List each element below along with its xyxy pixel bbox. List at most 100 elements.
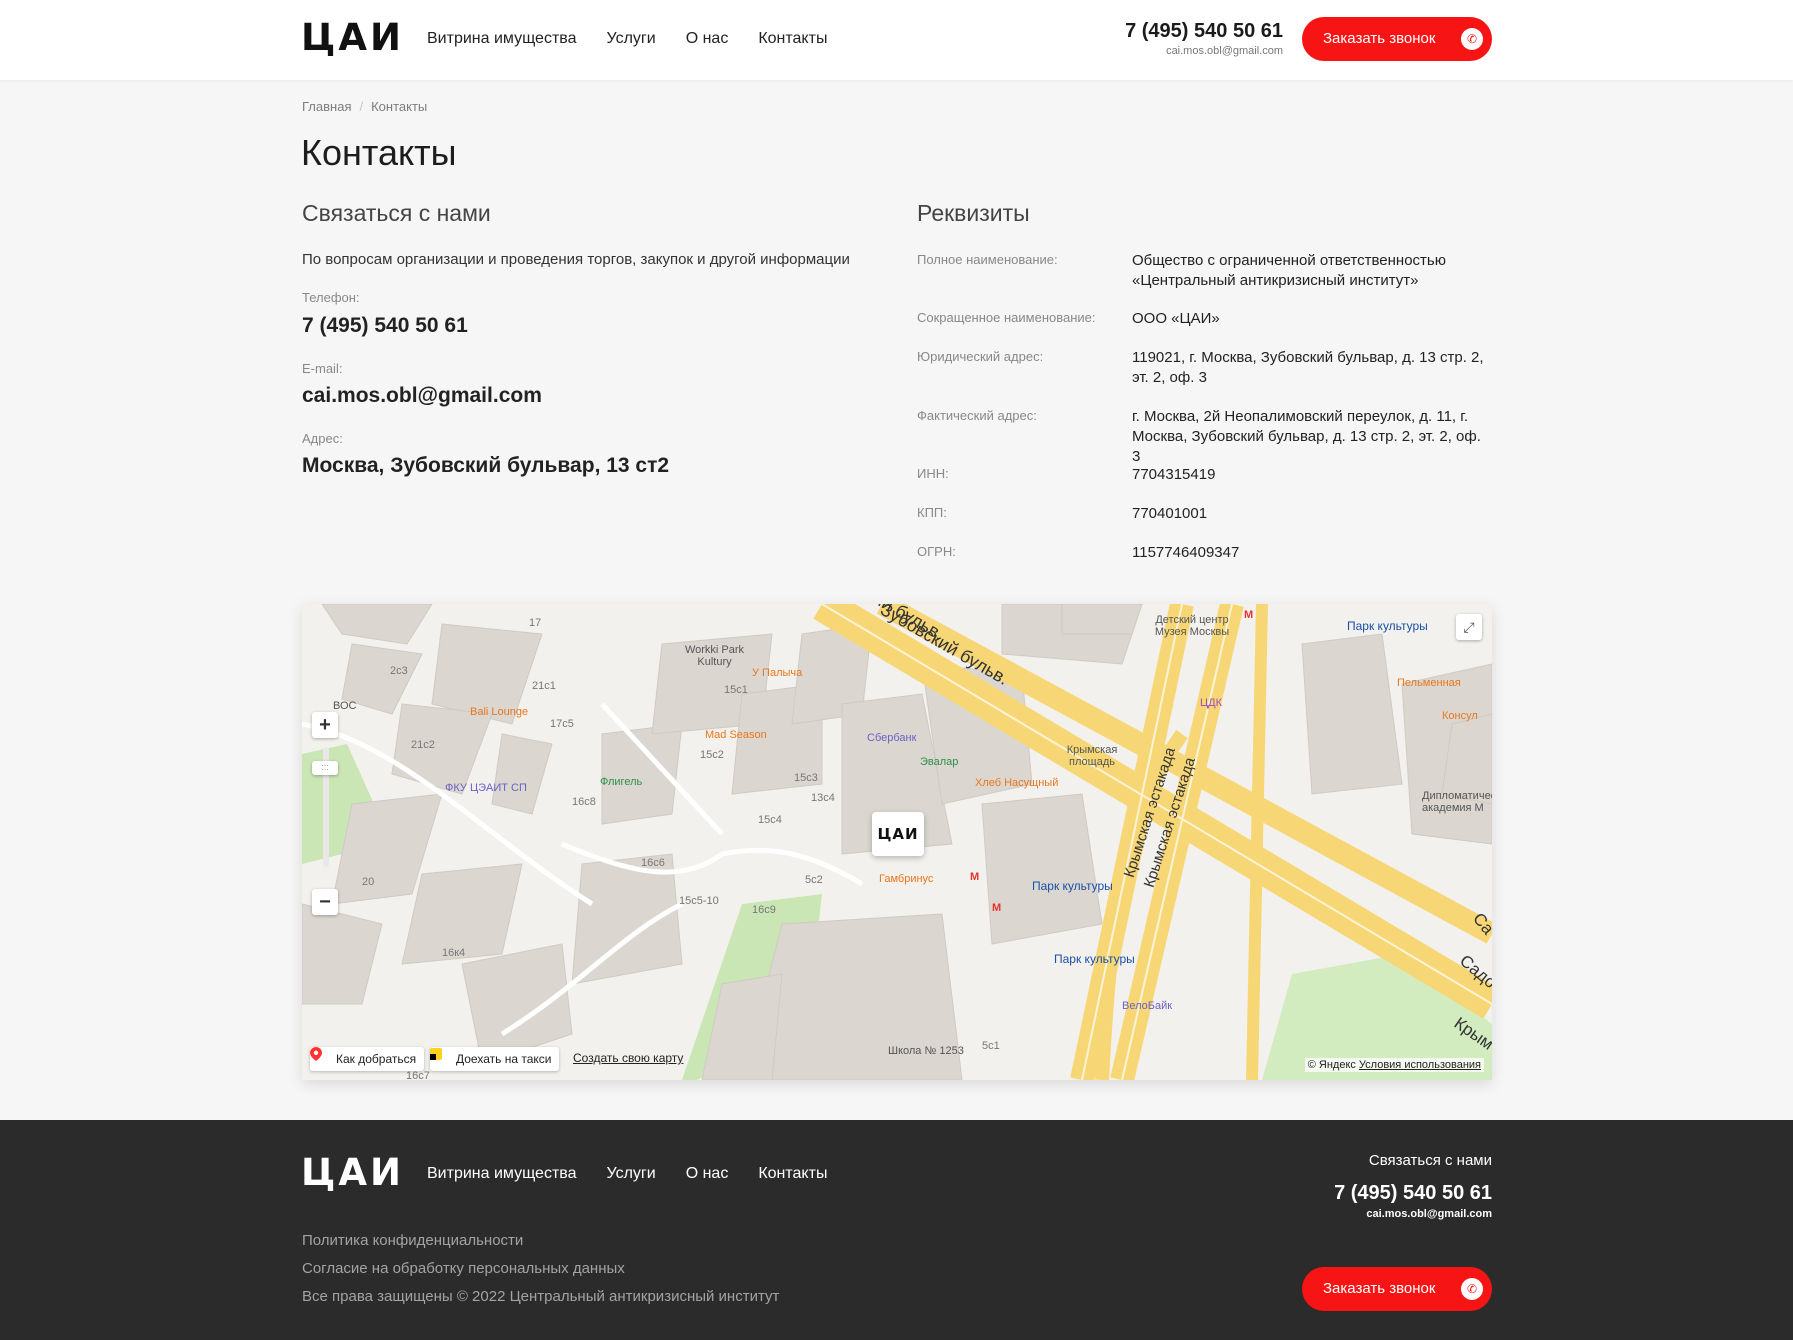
header-email[interactable]: cai.mos.obl@gmail.com xyxy=(1083,45,1283,57)
page-title: Контакты xyxy=(301,132,457,173)
footer-nav: Витрина имущества Услуги О нас Контакты xyxy=(427,1165,857,1183)
footer-copyright: Все права защищены © 2022 Центральный ан… xyxy=(302,1288,780,1305)
map-house-5c1: 5с1 xyxy=(982,1040,1000,1052)
req-label-ogrn: ОГРН: xyxy=(917,544,956,559)
yandex-map[interactable]: M M M Зубовский бульв. кий бульв. Крымск… xyxy=(302,604,1492,1080)
contact-title: Связаться с нами xyxy=(302,200,491,226)
footer-nav-services[interactable]: Услуги xyxy=(607,1165,656,1183)
req-label-kpp: КПП: xyxy=(917,505,947,520)
req-label-short-name: Сокращенное наименование: xyxy=(917,310,1096,325)
map-poi-vos: ВОС xyxy=(333,700,357,712)
nav-services[interactable]: Услуги xyxy=(607,30,656,48)
nav-contacts[interactable]: Контакты xyxy=(758,30,827,48)
map-house-16k4: 16к4 xyxy=(442,947,466,959)
map-poi-evalar: Эвалар xyxy=(920,756,959,768)
footer-nav-about[interactable]: О нас xyxy=(686,1165,729,1183)
contact-intro: По вопросам организации и проведения тор… xyxy=(302,251,850,268)
site-footer: ЦАИ Витрина имущества Услуги О нас Конта… xyxy=(0,1120,1793,1340)
breadcrumb-separator: / xyxy=(359,99,364,114)
breadcrumb-current: Контакты xyxy=(371,99,428,114)
logo[interactable]: ЦАИ xyxy=(301,19,404,56)
map-poi-fku: ФКУ ЦЭАИТ СП xyxy=(445,782,527,794)
phone-label: Телефон: xyxy=(302,290,360,305)
taxi-button[interactable]: Доехать на такси xyxy=(430,1047,560,1071)
nav-showcase[interactable]: Витрина имущества xyxy=(427,30,577,48)
phone-icon: ✆ xyxy=(1461,28,1483,50)
map-house-15c3: 15с3 xyxy=(794,772,818,784)
map-poi-museum: Детский центр Музея Москвы xyxy=(1154,614,1230,638)
svg-text:M: M xyxy=(1244,609,1253,621)
footer-call-button-label: Заказать звонок xyxy=(1323,1280,1436,1297)
map-poi-sberbank: Сбербанк xyxy=(867,732,917,744)
footer-phone[interactable]: 7 (495) 540 50 61 xyxy=(1334,1182,1492,1205)
map-poi-workki: Workki Park Kultury xyxy=(684,644,745,668)
site-header: ЦАИ Витрина имущества Услуги О нас Конта… xyxy=(0,0,1793,80)
zoom-out-icon[interactable]: − xyxy=(312,889,338,915)
map-terms-link[interactable]: Условия использования xyxy=(1359,1059,1481,1071)
map-house-16c8: 16с8 xyxy=(572,796,596,808)
create-map-link[interactable]: Создать свою карту xyxy=(573,1051,683,1065)
map-house-21c2: 21с2 xyxy=(411,739,435,751)
footer-consent-link[interactable]: Согласие на обработку персональных данны… xyxy=(302,1260,625,1277)
phone-icon: ✆ xyxy=(1461,1278,1483,1300)
map-poi-madseason: Mad Season xyxy=(705,729,767,741)
header-phone[interactable]: 7 (495) 540 50 61 xyxy=(1083,20,1283,43)
map-house-15c2: 15с2 xyxy=(700,749,724,761)
route-pin-icon xyxy=(310,1047,322,1061)
map-house-20: 20 xyxy=(362,876,375,888)
map-poi-hleb: Хлеб Насущный xyxy=(975,777,1059,789)
route-button-label: Как добраться xyxy=(336,1052,417,1066)
company-map-marker[interactable]: ЦАИ xyxy=(872,812,924,856)
map-house-16c7: 16с7 xyxy=(406,1070,430,1080)
footer-email[interactable]: cai.mos.obl@gmail.com xyxy=(1366,1208,1492,1220)
taxi-icon xyxy=(430,1048,442,1060)
zoom-in-icon[interactable]: + xyxy=(312,712,338,738)
map-poi-upalycha: У Палыча xyxy=(752,667,803,679)
map-square-label: Крымская площадь xyxy=(1066,744,1118,768)
address-label: Адрес: xyxy=(302,431,343,446)
breadcrumb-home[interactable]: Главная xyxy=(302,99,351,114)
req-value-full-name: Общество с ограниченной ответственностью… xyxy=(1132,252,1446,289)
contact-address: Москва, Зубовский бульвар, 13 ст2 xyxy=(302,454,670,477)
map-house-16c9: 16с9 xyxy=(752,904,776,916)
req-label-inn: ИНН: xyxy=(917,466,949,481)
map-poi-academy: Дипломатическая академия М xyxy=(1422,790,1492,814)
map-house-16c6: 16с6 xyxy=(641,857,665,869)
map-house-15c4: 15с4 xyxy=(758,814,782,826)
main-nav: Витрина имущества Услуги О нас Контакты xyxy=(427,30,857,48)
footer-nav-contacts[interactable]: Контакты xyxy=(758,1165,827,1183)
map-house-15c5-10: 15с5-10 xyxy=(679,895,719,907)
map-house-21c1: 21с1 xyxy=(532,680,556,692)
contact-phone[interactable]: 7 (495) 540 50 61 xyxy=(302,314,468,338)
route-button[interactable]: Как добраться xyxy=(310,1047,425,1071)
call-button[interactable]: Заказать звонок ✆ xyxy=(1302,17,1492,61)
footer-call-button[interactable]: Заказать звонок ✆ xyxy=(1302,1267,1492,1311)
req-value-legal-address: 119021, г. Москва, Зубовский бульвар, д.… xyxy=(1132,349,1484,386)
footer-logo[interactable]: ЦАИ xyxy=(301,1154,404,1191)
req-label-actual-address: Фактический адрес: xyxy=(917,408,1037,423)
nav-about[interactable]: О нас xyxy=(686,30,729,48)
map-poi-school: Школа № 1253 xyxy=(888,1045,964,1057)
req-value-actual-address: г. Москва, 2й Неопалимовский переулок, д… xyxy=(1132,408,1481,465)
map-copyright: © Яндекс Условия использования xyxy=(1304,1058,1484,1072)
req-value-short-name: ООО «ЦАИ» xyxy=(1132,310,1220,327)
requisites-title: Реквизиты xyxy=(917,200,1030,226)
map-metro-label-3: Парк культуры xyxy=(1054,952,1135,966)
footer-privacy-link[interactable]: Политика конфиденциальности xyxy=(302,1232,523,1249)
map-copyright-text: © Яндекс xyxy=(1307,1059,1356,1071)
footer-nav-showcase[interactable]: Витрина имущества xyxy=(427,1165,577,1183)
req-value-kpp: 770401001 xyxy=(1132,505,1208,522)
zoom-slider-handle[interactable]: ::: xyxy=(312,761,338,775)
map-house-2c3: 2с3 xyxy=(390,665,408,677)
email-label: E-mail: xyxy=(302,361,343,376)
map-house-17c5: 17с5 xyxy=(550,718,574,730)
fullscreen-icon[interactable]: ⤢ xyxy=(1456,614,1482,640)
svg-text:M: M xyxy=(970,871,979,883)
map-house-13c4: 13с4 xyxy=(811,792,835,804)
req-label-full-name: Полное наименование: xyxy=(917,252,1058,267)
map-poi-cdk: ЦДК xyxy=(1200,697,1222,709)
map-poi-konsul: Консул xyxy=(1442,710,1478,722)
breadcrumb: Главная / Контакты xyxy=(302,99,427,114)
map-poi-velobike: ВелоБайк xyxy=(1122,1000,1173,1012)
contact-email[interactable]: cai.mos.obl@gmail.com xyxy=(302,384,542,408)
